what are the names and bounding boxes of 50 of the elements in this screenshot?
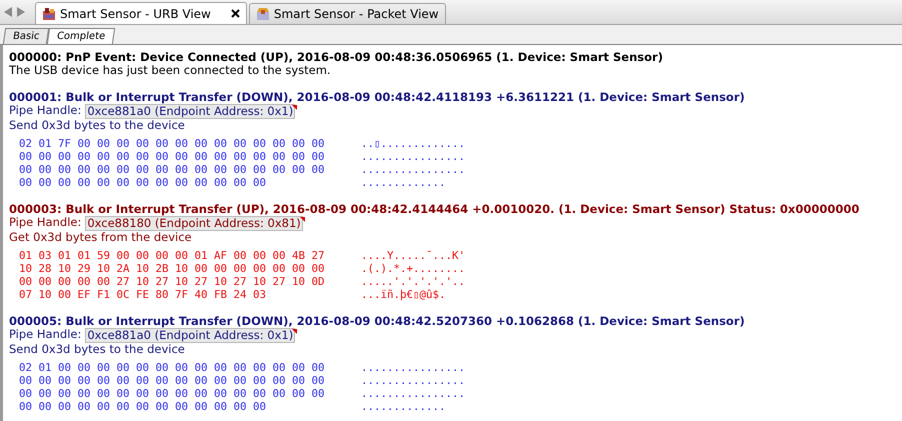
ascii-text: ................ bbox=[361, 163, 466, 176]
ascii-text: ..▯............. bbox=[361, 137, 466, 150]
ascii-text: ................ bbox=[361, 150, 466, 163]
document-tab[interactable]: Smart Sensor - Packet View bbox=[248, 3, 446, 24]
ascii-text: ....Y.....¯...K' bbox=[361, 249, 466, 262]
pipe-handle-value[interactable]: 0xce88180 (Endpoint Address: 0x81) bbox=[85, 216, 303, 231]
ascii-text: .(.).*.+........ bbox=[361, 262, 466, 275]
hex-bytes: 01 03 01 01 59 00 00 00 00 01 AF 00 00 00 4B 27 bbox=[19, 249, 326, 262]
back-arrow-icon[interactable] bbox=[4, 7, 13, 17]
event-description: Send 0x3d bytes to the device bbox=[9, 119, 186, 132]
hex-bytes: 02 01 7F 00 00 00 00 00 00 00 00 00 00 00 00 00 bbox=[19, 137, 326, 150]
hex-bytes: 10 28 10 29 10 2A 10 2B 10 00 00 00 00 00 00 00 bbox=[19, 262, 326, 275]
view-tab[interactable]: Complete bbox=[47, 28, 116, 44]
ascii-text: ............. bbox=[361, 400, 446, 413]
ascii-text: ................ bbox=[361, 387, 466, 400]
pipe-handle-label: Pipe Handle: bbox=[9, 104, 82, 119]
ascii-text: ............. bbox=[361, 176, 446, 189]
document-tab[interactable]: Smart Sensor - URB View bbox=[35, 2, 247, 24]
corner-mark-icon bbox=[292, 105, 298, 110]
hex-bytes: 00 00 00 00 00 00 00 00 00 00 00 00 00 00 00 00 bbox=[19, 374, 326, 387]
event-header: 000001: Bulk or Interrupt Transfer (DOWN), 2016-08-09 00:48:42.4118193 +6.3611221 (1. Device: Smart Sensor) bbox=[9, 90, 745, 104]
event-description: The USB device has just been connected to the system. bbox=[9, 64, 332, 77]
pipe-handle-label: Pipe Handle: bbox=[9, 216, 82, 231]
ascii-text: ................ bbox=[361, 361, 466, 374]
forward-arrow-icon[interactable] bbox=[16, 7, 25, 17]
usb-device-icon bbox=[42, 6, 56, 20]
hex-bytes: 07 10 00 EF F1 0C FE 80 7F 40 FB 24 03 bbox=[19, 288, 268, 301]
ascii-text: ................ bbox=[361, 374, 466, 387]
close-icon[interactable] bbox=[230, 9, 240, 18]
view-tab[interactable]: Basic bbox=[2, 28, 50, 44]
event-header: 000003: Bulk or Interrupt Transfer (UP), 2016-08-09 00:48:42.4144464 +0.0010020. (1. Device: Smart Sensor) Status: 0x00000000 bbox=[9, 202, 860, 216]
event-description: Send 0x3d bytes to the device bbox=[9, 343, 186, 356]
hex-bytes: 00 00 00 00 00 00 00 00 00 00 00 00 00 bbox=[19, 176, 268, 189]
pipe-handle-value[interactable]: 0xce881a0 (Endpoint Address: 0x1) bbox=[85, 328, 296, 343]
hex-bytes: 00 00 00 00 00 27 10 27 10 27 10 27 10 27 10 0D bbox=[19, 275, 326, 288]
packet-icon bbox=[256, 7, 270, 21]
ascii-text: ...ïñ.þ€▯@û$. bbox=[361, 288, 446, 301]
hex-bytes: 00 00 00 00 00 00 00 00 00 00 00 00 00 bbox=[19, 400, 268, 413]
event-header: 000005: Bulk or Interrupt Transfer (DOWN), 2016-08-09 00:48:42.5207360 +0.1062868 (1. Device: Smart Sensor) bbox=[9, 314, 745, 328]
pipe-handle-label: Pipe Handle: bbox=[9, 328, 82, 343]
event-header: 000000: PnP Event: Device Connected (UP), 2016-08-09 00:48:36.0506965 (1. Device: Smart Sensor) bbox=[9, 50, 663, 64]
ascii-text: .....'.'.'.'.'.. bbox=[361, 275, 466, 288]
corner-mark-icon bbox=[292, 329, 298, 334]
hex-bytes: 02 01 00 00 00 00 00 00 00 00 00 00 00 00 00 00 bbox=[19, 361, 326, 374]
hex-bytes: 00 00 00 00 00 00 00 00 00 00 00 00 00 00 00 00 bbox=[19, 387, 326, 400]
hex-bytes: 00 00 00 00 00 00 00 00 00 00 00 00 00 00 00 00 bbox=[19, 163, 326, 176]
hex-bytes: 00 00 00 00 00 00 00 00 00 00 00 00 00 00 00 00 bbox=[19, 150, 326, 163]
pipe-handle-value[interactable]: 0xce881a0 (Endpoint Address: 0x1) bbox=[85, 104, 296, 119]
corner-mark-icon bbox=[300, 217, 305, 222]
event-description: Get 0x3d bytes from the device bbox=[9, 231, 193, 244]
